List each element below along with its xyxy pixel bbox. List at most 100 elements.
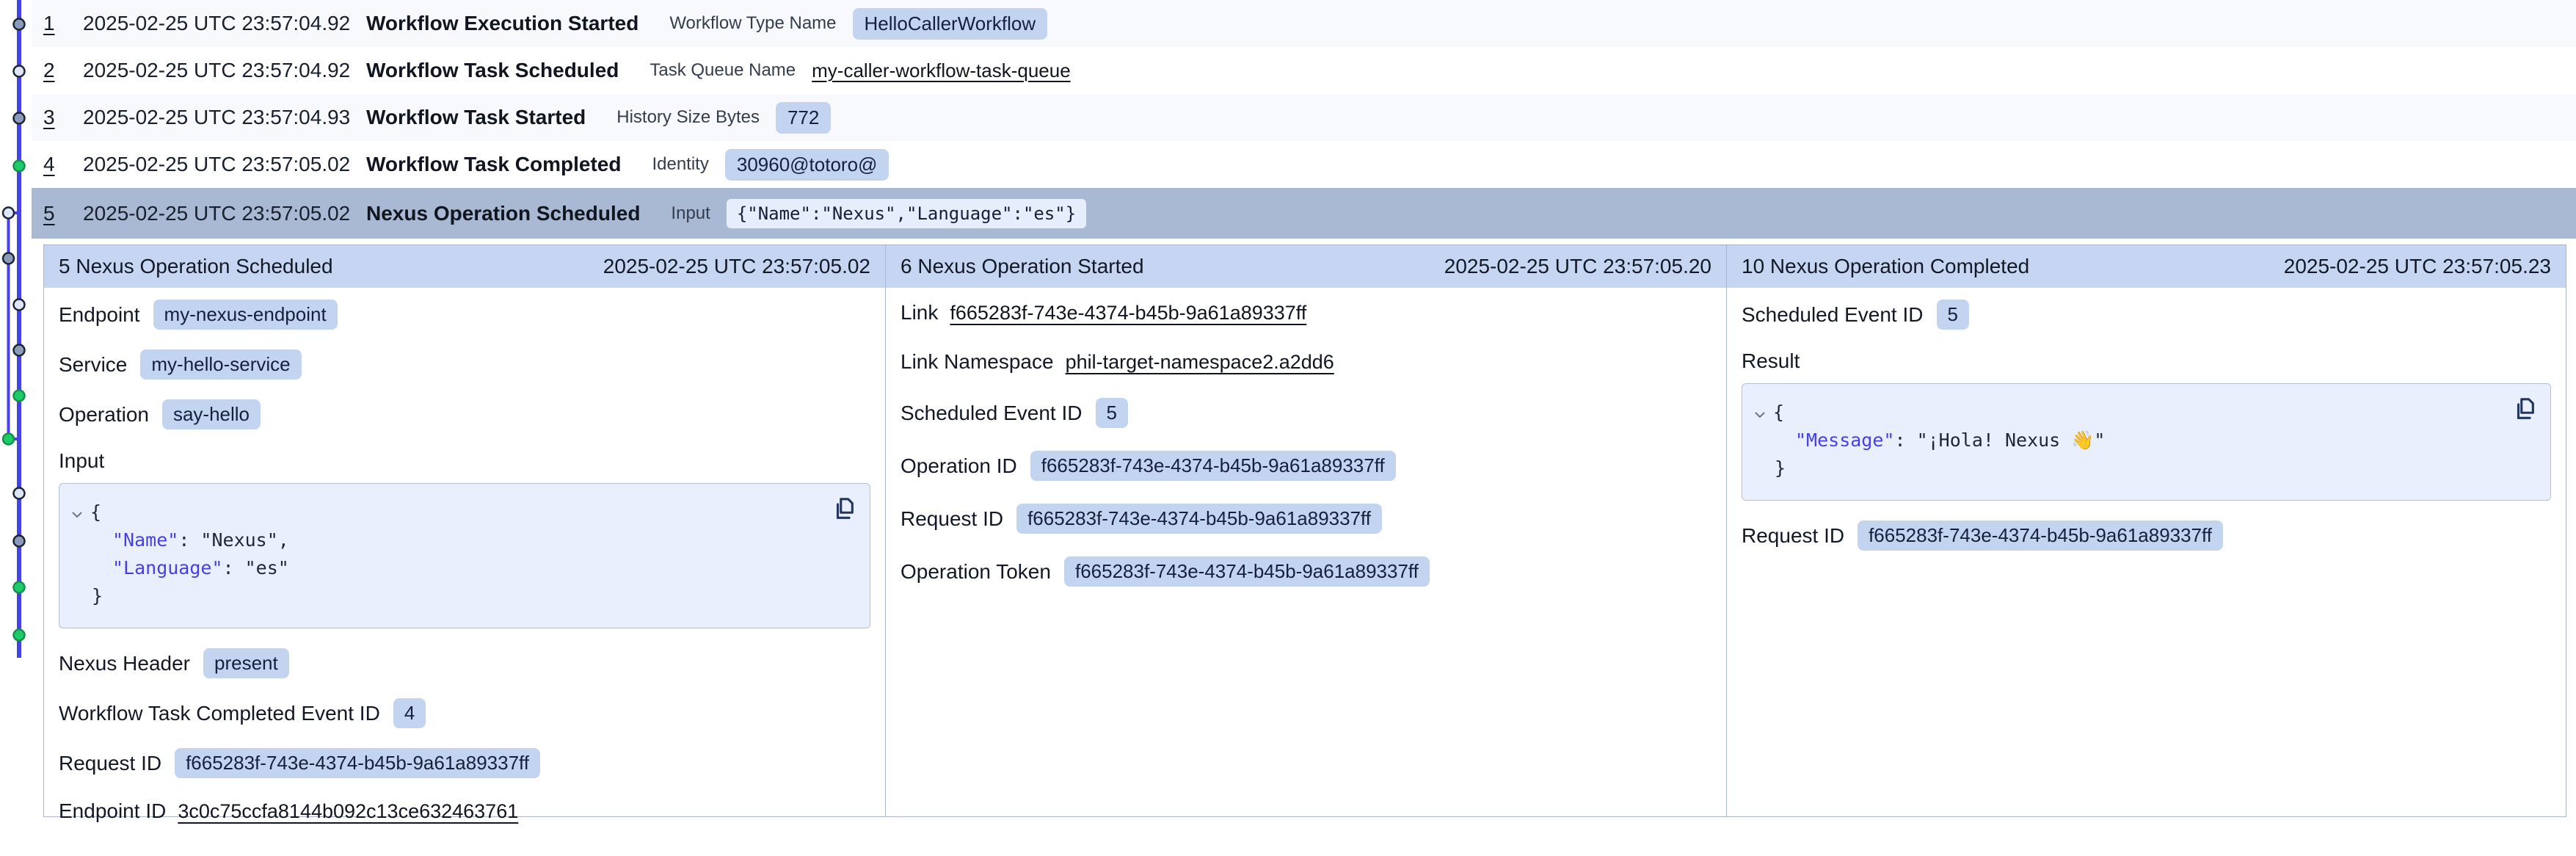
field-value-badge: f665283f-743e-4374-b45b-9a61a89337ff — [1016, 504, 1382, 534]
event-id-link[interactable]: 2 — [43, 59, 65, 82]
json-entry: "Name": "Nexus", — [71, 526, 818, 554]
event-name: Workflow Task Started — [366, 106, 586, 129]
task-queue-link[interactable]: my-caller-workflow-task-queue — [812, 59, 1071, 82]
event-marker-10-branch[interactable] — [3, 434, 14, 445]
copy-icon[interactable] — [2512, 396, 2537, 424]
event-id-link[interactable]: 3 — [43, 106, 65, 129]
event-marker-8[interactable] — [14, 345, 25, 356]
event-marker-11[interactable] — [14, 488, 25, 499]
field-link: Link f665283f-743e-4374-b45b-9a61a89337f… — [900, 300, 1711, 326]
field-value-badge: f665283f-743e-4374-b45b-9a61a89337ff — [1030, 451, 1396, 481]
panel-nexus-operation-completed: 10 Nexus Operation Completed 2025-02-25 … — [1726, 245, 2566, 816]
panel-nexus-operation-scheduled: 5 Nexus Operation Scheduled 2025-02-25 U… — [44, 245, 885, 816]
field-label: Request ID — [1742, 524, 1844, 548]
event-marker-7[interactable] — [14, 300, 25, 311]
event-row-2[interactable]: 2 2025-02-25 UTC 23:57:04.92 Workflow Ta… — [32, 47, 2576, 94]
panel-header: 6 Nexus Operation Started 2025-02-25 UTC… — [886, 245, 1726, 288]
field-scheduled-event-id: Scheduled Event ID 5 — [900, 398, 1711, 428]
operation-link[interactable]: f665283f-743e-4374-b45b-9a61a89337ff — [950, 302, 1306, 324]
field-label: Nexus Header — [59, 652, 190, 675]
field-label: Scheduled Event ID — [900, 402, 1083, 425]
field-value-badge: 5 — [1096, 398, 1128, 428]
event-attr-label: Workflow Type Name — [669, 13, 836, 34]
link-namespace-link[interactable]: phil-target-namespace2.a2dd6 — [1066, 351, 1334, 374]
event-marker-12[interactable] — [14, 536, 25, 547]
collapse-chevron-icon[interactable] — [1754, 399, 1766, 427]
field-label: Scheduled Event ID — [1742, 303, 1924, 327]
panel-body: Scheduled Event ID 5 Result { "Message":… — [1727, 288, 2566, 582]
nexus-operation-detail-panels: 5 Nexus Operation Scheduled 2025-02-25 U… — [43, 244, 2566, 817]
field-value-badge: f665283f-743e-4374-b45b-9a61a89337ff — [175, 748, 540, 778]
event-timestamp: 2025-02-25 UTC 23:57:04.92 — [83, 59, 366, 82]
event-id-link[interactable]: 5 — [43, 202, 65, 225]
result-json-viewer: { "Message": "¡Hola! Nexus 👋" } — [1742, 383, 2551, 501]
field-request-id: Request ID f665283f-743e-4374-b45b-9a61a… — [59, 748, 870, 778]
field-label: Operation — [59, 403, 149, 427]
event-attr-label: Input — [671, 203, 710, 224]
field-value-badge: my-nexus-endpoint — [153, 300, 338, 330]
field-value-badge: 5 — [1937, 300, 1969, 330]
input-section-label: Input — [59, 449, 870, 473]
field-label: Request ID — [900, 507, 1003, 531]
panel-timestamp: 2025-02-25 UTC 23:57:05.02 — [603, 255, 870, 278]
field-label: Request ID — [59, 752, 161, 775]
json-entry: "Message": "¡Hola! Nexus 👋" — [1754, 427, 2499, 454]
field-label: Operation Token — [900, 560, 1051, 584]
event-row-4[interactable]: 4 2025-02-25 UTC 23:57:05.02 Workflow Ta… — [32, 141, 2576, 188]
panel-title: 10 Nexus Operation Completed — [1742, 255, 2029, 278]
event-row-5-selected[interactable]: 5 2025-02-25 UTC 23:57:05.02 Nexus Opera… — [32, 188, 2576, 239]
field-endpoint: Endpoint my-nexus-endpoint — [59, 300, 870, 330]
field-value-badge: present — [203, 648, 289, 678]
json-close-line: } — [71, 582, 818, 610]
field-label: Service — [59, 353, 127, 377]
field-label: Operation ID — [900, 454, 1017, 478]
event-attr-label: History Size Bytes — [616, 107, 760, 128]
event-timestamp: 2025-02-25 UTC 23:57:05.02 — [83, 202, 366, 225]
field-value-badge: say-hello — [162, 399, 261, 429]
panel-header: 10 Nexus Operation Completed 2025-02-25 … — [1727, 245, 2566, 288]
collapse-chevron-icon[interactable] — [71, 498, 83, 526]
event-name: Nexus Operation Scheduled — [366, 202, 640, 225]
result-section-label: Result — [1742, 349, 2551, 373]
event-attr-value-badge: 30960@totoro@ — [725, 149, 889, 181]
event-attr-value-badge: 772 — [776, 102, 831, 134]
event-id-link[interactable]: 1 — [43, 12, 65, 35]
field-request-id: Request ID f665283f-743e-4374-b45b-9a61a… — [900, 504, 1711, 534]
event-marker-13[interactable] — [14, 582, 25, 593]
field-service: Service my-hello-service — [59, 349, 870, 380]
panel-header: 5 Nexus Operation Scheduled 2025-02-25 U… — [44, 245, 885, 288]
panel-timestamp: 2025-02-25 UTC 23:57:05.23 — [2284, 255, 2551, 278]
event-row-1[interactable]: 1 2025-02-25 UTC 23:57:04.92 Workflow Ex… — [32, 0, 2576, 47]
field-endpoint-id: Endpoint ID 3c0c75ccfa8144b092c13ce63246… — [59, 798, 870, 824]
event-id-link[interactable]: 4 — [43, 153, 65, 176]
copy-icon[interactable] — [832, 496, 856, 523]
field-value-badge: f665283f-743e-4374-b45b-9a61a89337ff — [1064, 556, 1430, 587]
field-workflow-task-completed-event-id: Workflow Task Completed Event ID 4 — [59, 698, 870, 728]
event-row-3[interactable]: 3 2025-02-25 UTC 23:57:04.93 Workflow Ta… — [32, 94, 2576, 141]
json-close-line: } — [1754, 454, 2499, 482]
event-name: Workflow Task Completed — [366, 153, 621, 176]
event-timestamp: 2025-02-25 UTC 23:57:05.02 — [83, 153, 366, 176]
event-marker-9[interactable] — [14, 391, 25, 402]
field-value-badge: 4 — [393, 698, 426, 728]
field-link-namespace: Link Namespace phil-target-namespace2.a2… — [900, 349, 1711, 375]
field-request-id: Request ID f665283f-743e-4374-b45b-9a61a… — [1742, 521, 2551, 551]
input-json-viewer: { "Name": "Nexus", "Language": "es" } — [59, 483, 870, 628]
event-marker-6-branch[interactable] — [3, 253, 14, 264]
endpoint-id-link[interactable]: 3c0c75ccfa8144b092c13ce632463761 — [178, 800, 518, 823]
field-nexus-header: Nexus Header present — [59, 648, 870, 678]
field-label: Workflow Task Completed Event ID — [59, 702, 380, 725]
field-operation-token: Operation Token f665283f-743e-4374-b45b-… — [900, 556, 1711, 587]
field-value-badge: my-hello-service — [140, 349, 301, 380]
panel-title: 5 Nexus Operation Scheduled — [59, 255, 333, 278]
field-scheduled-event-id: Scheduled Event ID 5 — [1742, 300, 2551, 330]
json-entry: "Language": "es" — [71, 554, 818, 582]
event-marker-14[interactable] — [14, 630, 25, 641]
event-name: Workflow Execution Started — [366, 12, 638, 35]
panel-nexus-operation-started: 6 Nexus Operation Started 2025-02-25 UTC… — [885, 245, 1726, 816]
event-timestamp: 2025-02-25 UTC 23:57:04.92 — [83, 12, 366, 35]
field-value-badge: f665283f-743e-4374-b45b-9a61a89337ff — [1858, 521, 2223, 551]
event-attr-label: Task Queue Name — [650, 60, 796, 81]
workflow-history-view: { "colors": { "timeline_line": "#4642e8"… — [0, 0, 2576, 803]
field-label: Endpoint — [59, 303, 140, 327]
